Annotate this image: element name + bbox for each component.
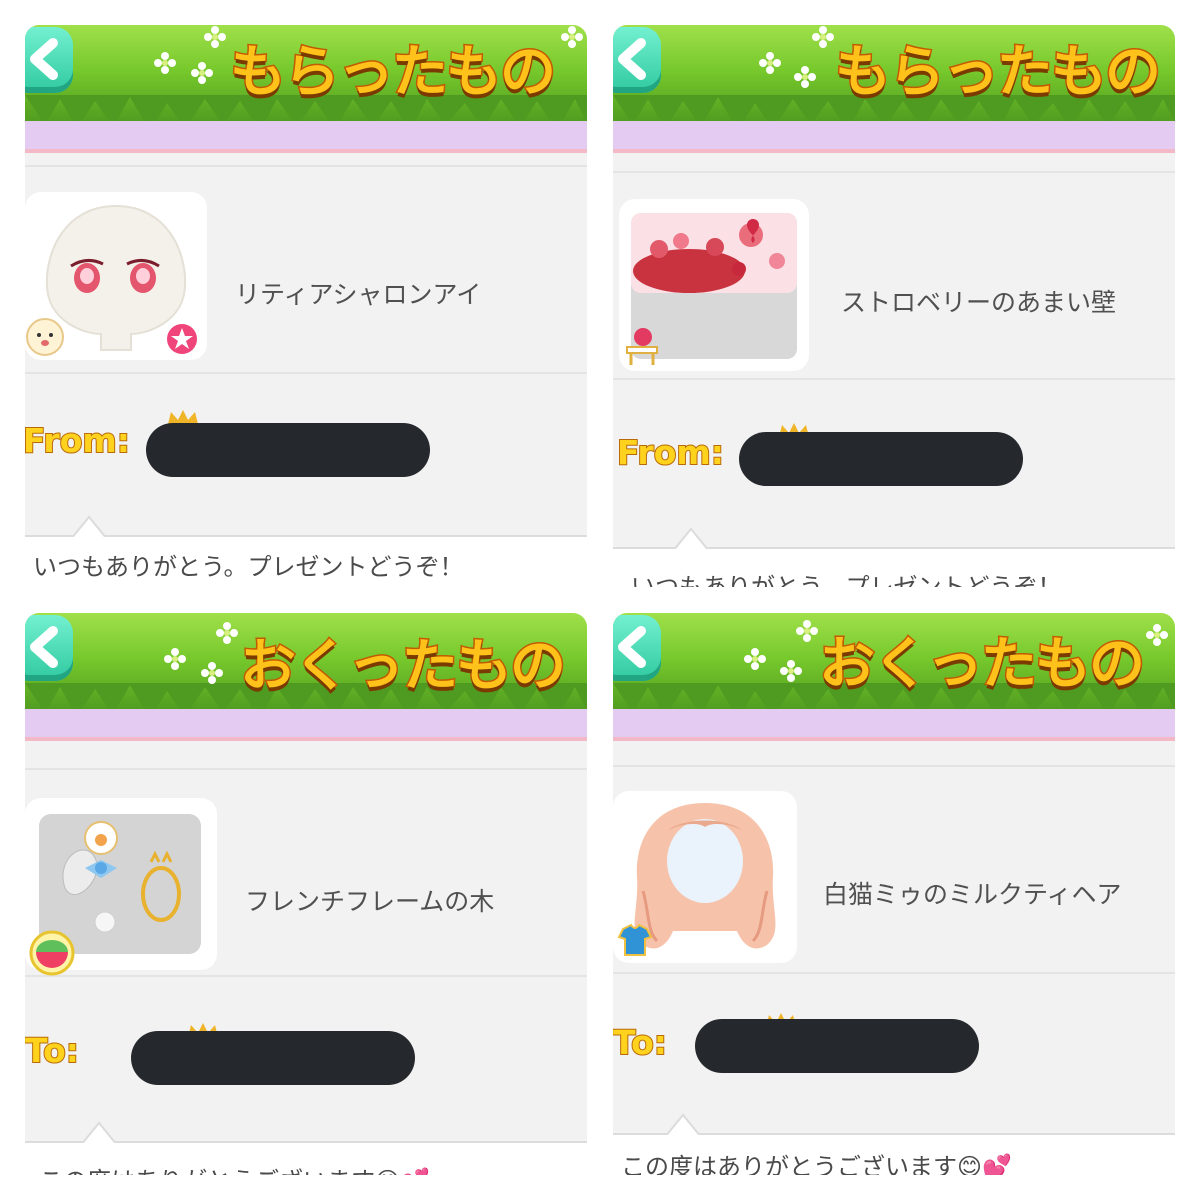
from-label: From: [616,432,725,473]
redacted-username [146,423,430,477]
sent-panel-1: おくったもの フレンチフレームの木 To: この度はありがとうございます😊💕 [25,613,587,1175]
flower-icon [759,52,781,74]
gift-item-row[interactable]: フレンチフレームの木 [25,768,587,977]
item-name: 白猫ミゥのミルクティヘア [823,880,1122,909]
item-name: リティアシャロンアイ [235,280,482,309]
gift-item-row[interactable]: 白猫ミゥのミルクティヘア [613,765,1175,974]
flower-icon [204,26,226,48]
flower-icon [191,62,213,84]
flower-icon [796,620,818,642]
redacted-username [739,432,1023,486]
clothing-icon [617,923,653,956]
flower-icon [561,26,583,48]
chevron-left-icon [618,38,646,80]
page-title: もらったもの [229,39,558,107]
received-panel-2: もらったもの ストロベリーのあまい壁 From: いつもありがとう。プレゼントど… [613,25,1175,587]
chevron-left-icon [618,626,646,668]
favorite-star-icon [167,324,197,354]
background-icon [29,930,75,976]
flower-icon [154,52,176,74]
sent-panel-2: おくったもの 白猫ミゥのミルクティヘア To: この度はありがとうございます😊💕 [613,613,1175,1175]
message-bubble: この度はありがとうございます😊💕 [25,1121,587,1175]
flower-icon [812,26,834,48]
to-label: To: [613,1022,668,1063]
item-name: ストロベリーのあまい壁 [841,288,1117,317]
flower-icon [744,648,766,670]
redacted-username [131,1031,415,1085]
redacted-username [695,1019,979,1073]
back-button[interactable] [613,27,661,93]
back-button[interactable] [613,615,661,681]
page-title: おくったもの [818,631,1147,699]
gift-item-row[interactable]: リティアシャロンアイ [25,165,587,374]
from-label: From: [25,420,131,461]
received-panel-1: もらったもの リティアシャロンアイ From: いつもありがとう。プレゼントどう… [25,25,587,587]
flower-icon [216,622,238,644]
flower-icon [780,660,802,682]
flower-icon [1146,624,1168,646]
page-title: おくったもの [239,633,568,701]
item-name: フレンチフレームの木 [245,887,495,916]
chevron-left-icon [30,38,58,80]
gift-item-row[interactable]: ストロベリーのあまい壁 [613,171,1175,380]
page-title: もらったもの [834,39,1163,107]
header: おくったもの [613,613,1175,741]
back-button[interactable] [25,615,73,681]
to-label: To: [25,1030,80,1071]
header: おくったもの [25,613,587,741]
header: もらったもの [25,25,587,153]
gift-message: いつもありがとう。プレゼントどうぞ！ [631,573,1062,587]
back-button[interactable] [25,27,73,93]
chevron-left-icon [30,626,58,668]
flower-icon [794,66,816,88]
message-bubble: いつもありがとう。プレゼントどうぞ！ [25,515,587,587]
furniture-icon [626,328,658,365]
gift-message: いつもありがとう。プレゼントどうぞ！ [33,553,464,581]
gift-message: この度はありがとうございます😊💕 [621,1153,1012,1175]
flower-icon [201,662,223,684]
header: もらったもの [613,25,1175,153]
gift-message: この度はありがとうございます😊💕 [39,1161,430,1175]
face-icon [26,318,64,356]
message-bubble: いつもありがとう。プレゼントどうぞ！ [613,527,1175,587]
flower-icon [164,648,186,670]
message-bubble: この度はありがとうございます😊💕 [613,1113,1175,1175]
